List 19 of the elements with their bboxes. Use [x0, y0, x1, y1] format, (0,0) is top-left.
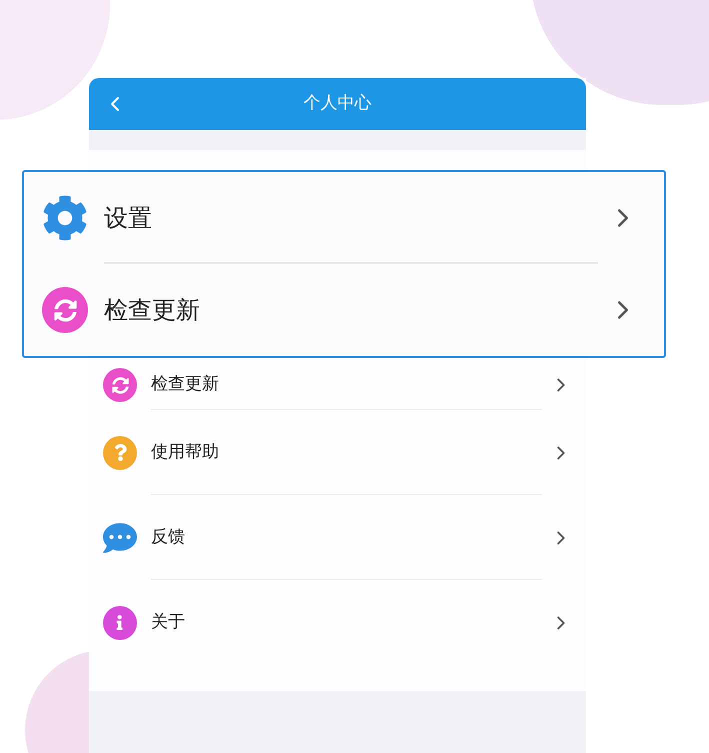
- refresh-icon: [103, 368, 137, 402]
- menu-label: 关于: [151, 610, 185, 634]
- menu-label: 反馈: [151, 526, 185, 549]
- menu-item[interactable]: 反馈: [89, 495, 586, 580]
- question-icon: [103, 436, 137, 470]
- menu-label: 使用帮助: [151, 440, 219, 464]
- menu-item[interactable]: 检查更新: [89, 360, 586, 410]
- menu-label: 设置: [104, 203, 152, 234]
- refresh-icon: [42, 287, 88, 333]
- menu-item[interactable]: 设置: [24, 172, 664, 264]
- menu-label: 检查更新: [104, 295, 200, 326]
- menu-item[interactable]: 关于: [89, 580, 586, 665]
- gear-icon: [42, 195, 88, 241]
- menu-item[interactable]: 检查更新: [24, 264, 664, 356]
- info-icon: [103, 606, 137, 640]
- menu-item[interactable]: 使用帮助: [89, 410, 586, 495]
- page-title: 个人中心: [304, 92, 372, 116]
- menu-label: 检查更新: [151, 373, 219, 396]
- chat-bubble-icon: [103, 520, 137, 554]
